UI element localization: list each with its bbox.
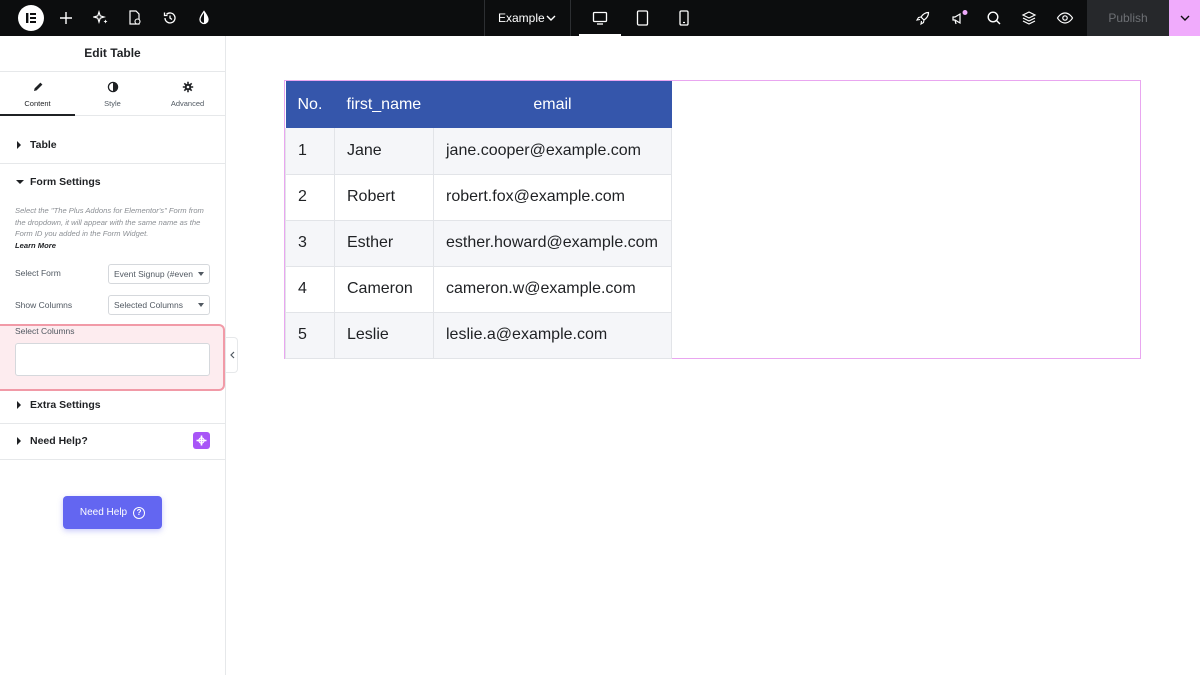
topbar-divider bbox=[570, 0, 571, 36]
table-row: 1 Jane jane.cooper@example.com bbox=[285, 128, 672, 175]
question-circle-icon: ? bbox=[133, 506, 146, 519]
caret-right-icon bbox=[16, 437, 26, 445]
table-cell: esther.howard@example.com bbox=[433, 220, 672, 267]
table-cell: 5 bbox=[285, 312, 335, 359]
collapse-panel-button[interactable] bbox=[226, 337, 238, 373]
preview-eye-icon[interactable] bbox=[1055, 8, 1075, 28]
learn-more-link[interactable]: Learn More bbox=[15, 240, 211, 252]
mobile-view-icon[interactable] bbox=[663, 0, 705, 36]
gear-icon bbox=[150, 81, 225, 95]
top-bar: Example Publish bbox=[0, 0, 1200, 36]
elementor-logo-icon[interactable] bbox=[18, 5, 44, 31]
table-row: 4 Cameron cameron.w@example.com bbox=[285, 266, 672, 313]
dropdown-arrow-icon bbox=[198, 303, 204, 307]
tab-content[interactable]: Content bbox=[0, 72, 75, 116]
show-columns-value: Selected Columns bbox=[114, 300, 183, 310]
section-title: Table bbox=[30, 139, 57, 151]
select-columns-input[interactable] bbox=[15, 343, 210, 376]
table-cell: jane.cooper@example.com bbox=[433, 128, 672, 175]
table-cell: Esther bbox=[334, 220, 434, 267]
column-header: No. bbox=[285, 81, 335, 128]
table-cell: Jane bbox=[334, 128, 434, 175]
table-row: 3 Esther esther.howard@example.com bbox=[285, 220, 672, 267]
column-header: first_name bbox=[334, 81, 434, 128]
show-columns-dropdown[interactable]: Selected Columns bbox=[108, 295, 210, 315]
select-form-label: Select Form bbox=[15, 268, 61, 278]
table-cell: Cameron bbox=[334, 266, 434, 313]
form-description-text: Select the "The Plus Addons for Elemento… bbox=[15, 206, 204, 238]
chevron-down-icon[interactable] bbox=[545, 11, 557, 29]
table-row: 5 Leslie leslie.a@example.com bbox=[285, 312, 672, 359]
table-row: 2 Robert robert.fox@example.com bbox=[285, 174, 672, 221]
site-settings-drop-icon[interactable] bbox=[194, 8, 214, 28]
select-columns-label: Select Columns bbox=[15, 326, 75, 336]
section-extra-settings-toggle[interactable]: Extra Settings bbox=[0, 387, 225, 423]
table-cell: 4 bbox=[285, 266, 335, 313]
plus-addons-badge-icon bbox=[193, 432, 210, 449]
panel-tabs: Content Style Advanced bbox=[0, 72, 225, 116]
layers-icon[interactable] bbox=[1019, 8, 1039, 28]
caret-right-icon bbox=[16, 401, 26, 409]
table-cell: cameron.w@example.com bbox=[433, 266, 672, 313]
section-table-toggle[interactable]: Table bbox=[0, 127, 225, 163]
pencil-icon bbox=[0, 81, 75, 95]
table-cell: 2 bbox=[285, 174, 335, 221]
half-circle-icon bbox=[75, 81, 150, 95]
add-element-icon[interactable] bbox=[56, 8, 76, 28]
table-header-row: No. first_name email bbox=[285, 81, 672, 128]
caret-right-icon bbox=[16, 141, 26, 149]
section-title: Form Settings bbox=[30, 176, 101, 188]
tablet-view-icon[interactable] bbox=[621, 0, 663, 36]
rocket-icon[interactable] bbox=[913, 8, 933, 28]
tab-label: Advanced bbox=[170, 99, 205, 108]
page-settings-icon[interactable] bbox=[125, 8, 145, 28]
table-cell: Leslie bbox=[334, 312, 434, 359]
section-title: Extra Settings bbox=[30, 399, 101, 411]
section-need-help-toggle[interactable]: Need Help? bbox=[0, 423, 225, 459]
column-header: email bbox=[433, 81, 672, 128]
tab-label: Style bbox=[104, 99, 121, 108]
tab-style[interactable]: Style bbox=[75, 72, 150, 115]
history-icon[interactable] bbox=[160, 8, 180, 28]
need-help-button[interactable]: Need Help ? bbox=[63, 496, 162, 529]
desktop-view-icon[interactable] bbox=[579, 0, 621, 36]
panel-title: Edit Table bbox=[0, 36, 225, 72]
data-table: No. first_name email 1 Jane jane.cooper@… bbox=[285, 81, 672, 359]
table-cell: 3 bbox=[285, 220, 335, 267]
chevron-down-icon bbox=[1180, 15, 1189, 21]
table-cell: robert.fox@example.com bbox=[433, 174, 672, 221]
publish-button[interactable]: Publish bbox=[1087, 0, 1169, 36]
topbar-divider bbox=[484, 0, 485, 36]
caret-down-icon bbox=[16, 179, 26, 185]
form-description: Select the "The Plus Addons for Elemento… bbox=[15, 205, 211, 251]
chevron-left-icon bbox=[229, 351, 234, 359]
ai-sparkle-icon[interactable] bbox=[91, 8, 111, 28]
section-divider bbox=[0, 459, 225, 460]
table-cell: Robert bbox=[334, 174, 434, 221]
dropdown-arrow-icon bbox=[198, 272, 204, 276]
section-form-settings-toggle[interactable]: Form Settings bbox=[0, 164, 225, 200]
publish-options-button[interactable] bbox=[1169, 0, 1200, 36]
select-form-dropdown[interactable]: Event Signup (#even bbox=[108, 264, 210, 284]
tab-advanced[interactable]: Advanced bbox=[150, 72, 225, 115]
section-title: Need Help? bbox=[30, 435, 88, 447]
document-name[interactable]: Example bbox=[498, 0, 545, 36]
show-columns-label: Show Columns bbox=[15, 300, 73, 310]
table-cell: leslie.a@example.com bbox=[433, 312, 672, 359]
select-form-value: Event Signup (#even bbox=[114, 269, 193, 279]
notifications-megaphone-icon[interactable] bbox=[949, 8, 969, 28]
search-icon[interactable] bbox=[984, 8, 1004, 28]
table-cell: 1 bbox=[285, 128, 335, 175]
tab-label: Content bbox=[24, 99, 51, 108]
need-help-label: Need Help bbox=[79, 507, 128, 518]
